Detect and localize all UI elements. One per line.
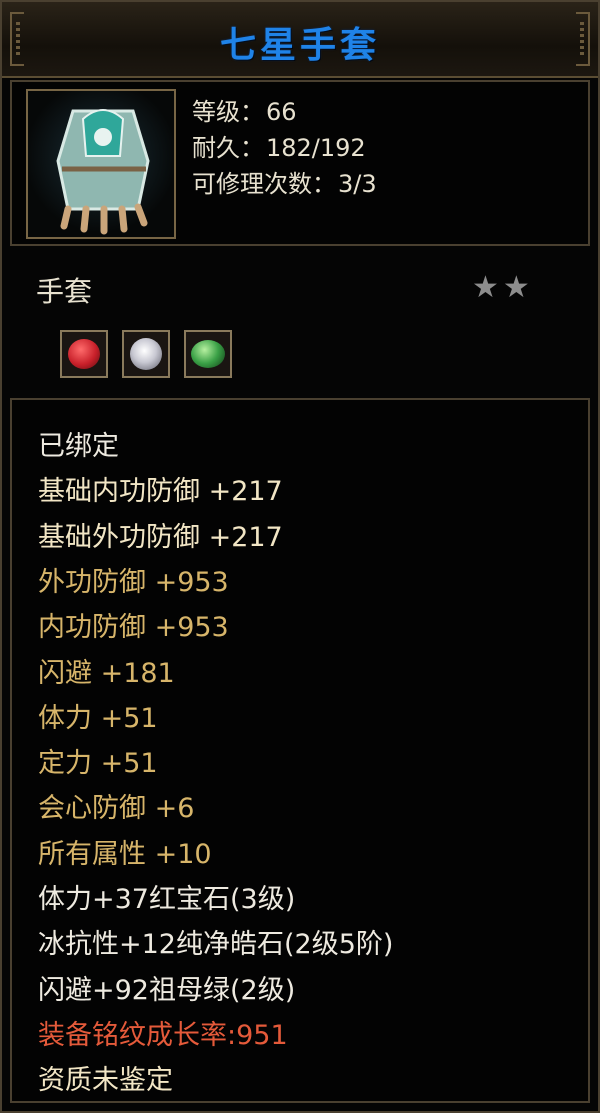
item-type: 手套 <box>36 275 93 308</box>
attribute-line: 装备铭纹成长率:951 <box>38 1019 288 1051</box>
title-bar: 七星手套 <box>2 2 598 78</box>
diamond-gem-icon <box>122 330 170 378</box>
attribute-line: 冰抗性+12纯净皓石(2级5阶) <box>38 929 394 961</box>
level-value: 66 <box>266 98 297 126</box>
attribute-line: 所有属性 +10 <box>38 838 212 870</box>
attribute-line: 内功防御 +953 <box>38 612 229 644</box>
attribute-line: 闪避+92祖母绿(2级) <box>38 974 296 1006</box>
repair-label: 可修理次数： <box>192 170 336 198</box>
attribute-line: 闪避 +181 <box>38 657 175 689</box>
level-stat: 等级：66 <box>192 92 297 127</box>
repair-value: 3/3 <box>338 170 377 198</box>
item-info-panel: 等级：66 耐久：182/192 可修理次数：3/3 <box>10 80 590 246</box>
attribute-line: 基础内功防御 +217 <box>38 476 283 508</box>
ruby-gem-icon <box>60 330 108 378</box>
item-tooltip: 七星手套 等级：66 耐久：182/192 可修理次数：3/3 手套 ★★ 已绑… <box>0 0 600 1113</box>
emerald-gem-icon <box>184 330 232 378</box>
attribute-line: 资质未鉴定 <box>38 1065 173 1097</box>
level-label: 等级： <box>192 98 264 126</box>
attribute-line: 体力 +51 <box>38 702 158 734</box>
attribute-line: 会心防御 +6 <box>38 793 195 825</box>
attribute-line: 定力 +51 <box>38 748 158 780</box>
attribute-line: 外功防御 +953 <box>38 566 229 598</box>
attributes-panel: 已绑定基础内功防御 +217 基础外功防御 +217 外功防御 +953 内功防御 +… <box>10 398 590 1103</box>
gauntlet-icon <box>26 89 176 239</box>
attribute-line: 体力+37红宝石(3级) <box>38 884 296 915</box>
star-rating-icon: ★★ <box>472 270 534 305</box>
repair-stat: 可修理次数：3/3 <box>192 164 377 199</box>
attribute-line: 已绑定 <box>38 431 119 462</box>
durability-stat: 耐久：182/192 <box>192 128 366 163</box>
attribute-line: 基础外功防御 +217 <box>38 521 283 553</box>
durability-value: 182/192 <box>266 134 366 162</box>
title-ornament-right <box>576 12 590 66</box>
durability-label: 耐久： <box>192 134 264 162</box>
item-name: 七星手套 <box>219 25 380 66</box>
